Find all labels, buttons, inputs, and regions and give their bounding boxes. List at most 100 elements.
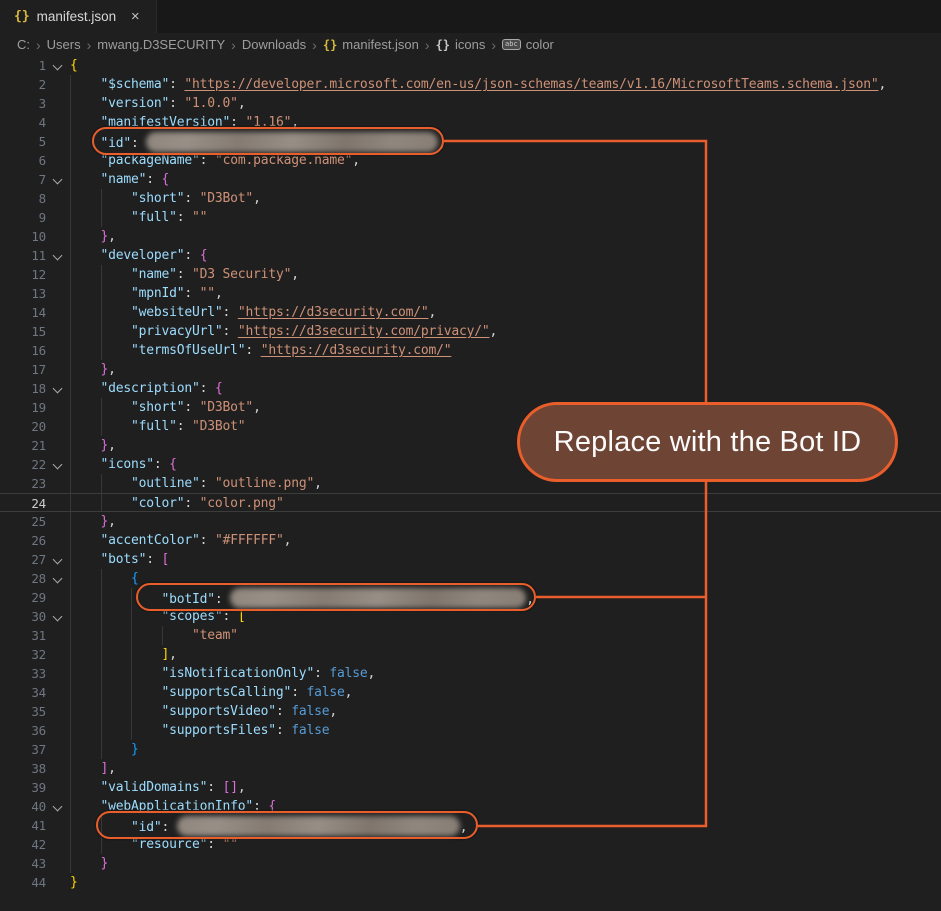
breadcrumb-item-mwang-d3security[interactable]: mwang.D3SECURITY [97, 37, 225, 52]
code-line[interactable]: 9 "full": "" [0, 208, 941, 227]
breadcrumb-item-users[interactable]: Users [47, 37, 81, 52]
fold-spacer [46, 588, 70, 607]
indent-guide [70, 303, 71, 322]
indent-guide [131, 588, 132, 607]
breadcrumb-item-downloads[interactable]: Downloads [242, 37, 306, 52]
code-line[interactable]: 25 }, [0, 512, 941, 531]
gutter: 34 [0, 683, 70, 702]
code-line[interactable]: 35 "supportsVideo": false, [0, 702, 941, 721]
breadcrumb-item-icons[interactable]: {}icons [436, 37, 486, 52]
gutter: 29 [0, 588, 70, 607]
indent-guide [70, 474, 71, 493]
code-line[interactable]: 17 }, [0, 360, 941, 379]
code-line[interactable]: 39 "validDomains": [], [0, 778, 941, 797]
indent-guide [70, 721, 71, 740]
code-line[interactable]: 30 "scopes": [ [0, 607, 941, 626]
code-line[interactable]: 29 "botId": , [0, 588, 941, 607]
breadcrumb-item-color[interactable]: abccolor [502, 37, 554, 52]
code-line[interactable]: 13 "mpnId": "", [0, 284, 941, 303]
code-line[interactable]: 26 "accentColor": "#FFFFFF", [0, 531, 941, 550]
indent-guide [101, 189, 102, 208]
line-number: 42 [0, 835, 46, 854]
code-line[interactable]: 27 "bots": [ [0, 550, 941, 569]
code-line[interactable]: 15 "privacyUrl": "https://d3security.com… [0, 322, 941, 341]
fold-spacer [46, 208, 70, 227]
code-line[interactable]: 8 "short": "D3Bot", [0, 189, 941, 208]
braces-icon: {} [323, 38, 337, 52]
fold-chevron-icon[interactable] [46, 550, 70, 569]
line-number: 39 [0, 778, 46, 797]
code-line[interactable]: 18 "description": { [0, 379, 941, 398]
code-line[interactable]: 7 "name": { [0, 170, 941, 189]
line-number: 3 [0, 94, 46, 113]
fold-spacer [46, 75, 70, 94]
code-line[interactable]: 11 "developer": { [0, 246, 941, 265]
code-line[interactable]: 4 "manifestVersion": "1.16", [0, 113, 941, 132]
code-line[interactable]: 24 "color": "color.png" [0, 493, 941, 512]
code-line[interactable]: 16 "termsOfUseUrl": "https://d3security.… [0, 341, 941, 360]
line-number: 26 [0, 531, 46, 550]
fold-spacer [46, 778, 70, 797]
indent-guide [70, 854, 71, 873]
code-line[interactable]: 14 "websiteUrl": "https://d3security.com… [0, 303, 941, 322]
code-editor[interactable]: 1{2 "$schema": "https://developer.micros… [0, 56, 941, 911]
line-number: 12 [0, 265, 46, 284]
indent-guide [162, 626, 163, 645]
code-line[interactable]: 42 "resource": "" [0, 835, 941, 854]
tab-manifest-json[interactable]: {} manifest.json × [0, 0, 157, 33]
code-line[interactable]: 1{ [0, 56, 941, 75]
code-line[interactable]: 43 } [0, 854, 941, 873]
code-text: { [70, 56, 941, 75]
code-line[interactable]: 41 "id": , [0, 816, 941, 835]
line-number: 34 [0, 683, 46, 702]
indent-guide [70, 75, 71, 94]
code-line[interactable]: 33 "isNotificationOnly": false, [0, 664, 941, 683]
gutter: 15 [0, 322, 70, 341]
code-line[interactable]: 28 { [0, 569, 941, 588]
fold-chevron-icon[interactable] [46, 569, 70, 588]
code-line[interactable]: 36 "supportsFiles": false [0, 721, 941, 740]
fold-chevron-icon[interactable] [46, 797, 70, 816]
breadcrumb-item-c-[interactable]: C: [17, 37, 30, 52]
code-line[interactable]: 40 "webApplicationInfo": { [0, 797, 941, 816]
line-number: 30 [0, 607, 46, 626]
gutter: 2 [0, 75, 70, 94]
code-line[interactable]: 44} [0, 873, 941, 892]
fold-chevron-icon[interactable] [46, 56, 70, 75]
code-text: "validDomains": [], [70, 778, 941, 797]
fold-chevron-icon[interactable] [46, 379, 70, 398]
indent-guide [70, 569, 71, 588]
line-number: 28 [0, 569, 46, 588]
indent-guide [101, 265, 102, 284]
code-text: }, [70, 360, 941, 379]
breadcrumb-item-manifest-json[interactable]: {}manifest.json [323, 37, 419, 52]
indent-guide [70, 455, 71, 474]
code-line[interactable]: 38 ], [0, 759, 941, 778]
code-line[interactable]: 6 "packageName": "com.package.name", [0, 151, 941, 170]
code-line[interactable]: 12 "name": "D3 Security", [0, 265, 941, 284]
close-icon[interactable]: × [126, 8, 144, 26]
code-line[interactable]: 5 "id": , [0, 132, 941, 151]
code-text: "mpnId": "", [70, 284, 941, 303]
code-line[interactable]: 34 "supportsCalling": false, [0, 683, 941, 702]
gutter: 38 [0, 759, 70, 778]
fold-spacer [46, 531, 70, 550]
indent-guide [70, 341, 71, 360]
code-line[interactable]: 37 } [0, 740, 941, 759]
indent-guide [70, 588, 71, 607]
fold-chevron-icon[interactable] [46, 246, 70, 265]
fold-chevron-icon[interactable] [46, 455, 70, 474]
code-line[interactable]: 32 ], [0, 645, 941, 664]
indent-guide [101, 569, 102, 588]
line-number: 21 [0, 436, 46, 455]
code-line[interactable]: 3 "version": "1.0.0", [0, 94, 941, 113]
code-text: "websiteUrl": "https://d3security.com/", [70, 303, 941, 322]
fold-spacer [46, 132, 70, 151]
line-number: 37 [0, 740, 46, 759]
fold-chevron-icon[interactable] [46, 607, 70, 626]
code-line[interactable]: 2 "$schema": "https://developer.microsof… [0, 75, 941, 94]
indent-guide [70, 360, 71, 379]
fold-chevron-icon[interactable] [46, 170, 70, 189]
code-line[interactable]: 31 "team" [0, 626, 941, 645]
code-line[interactable]: 10 }, [0, 227, 941, 246]
